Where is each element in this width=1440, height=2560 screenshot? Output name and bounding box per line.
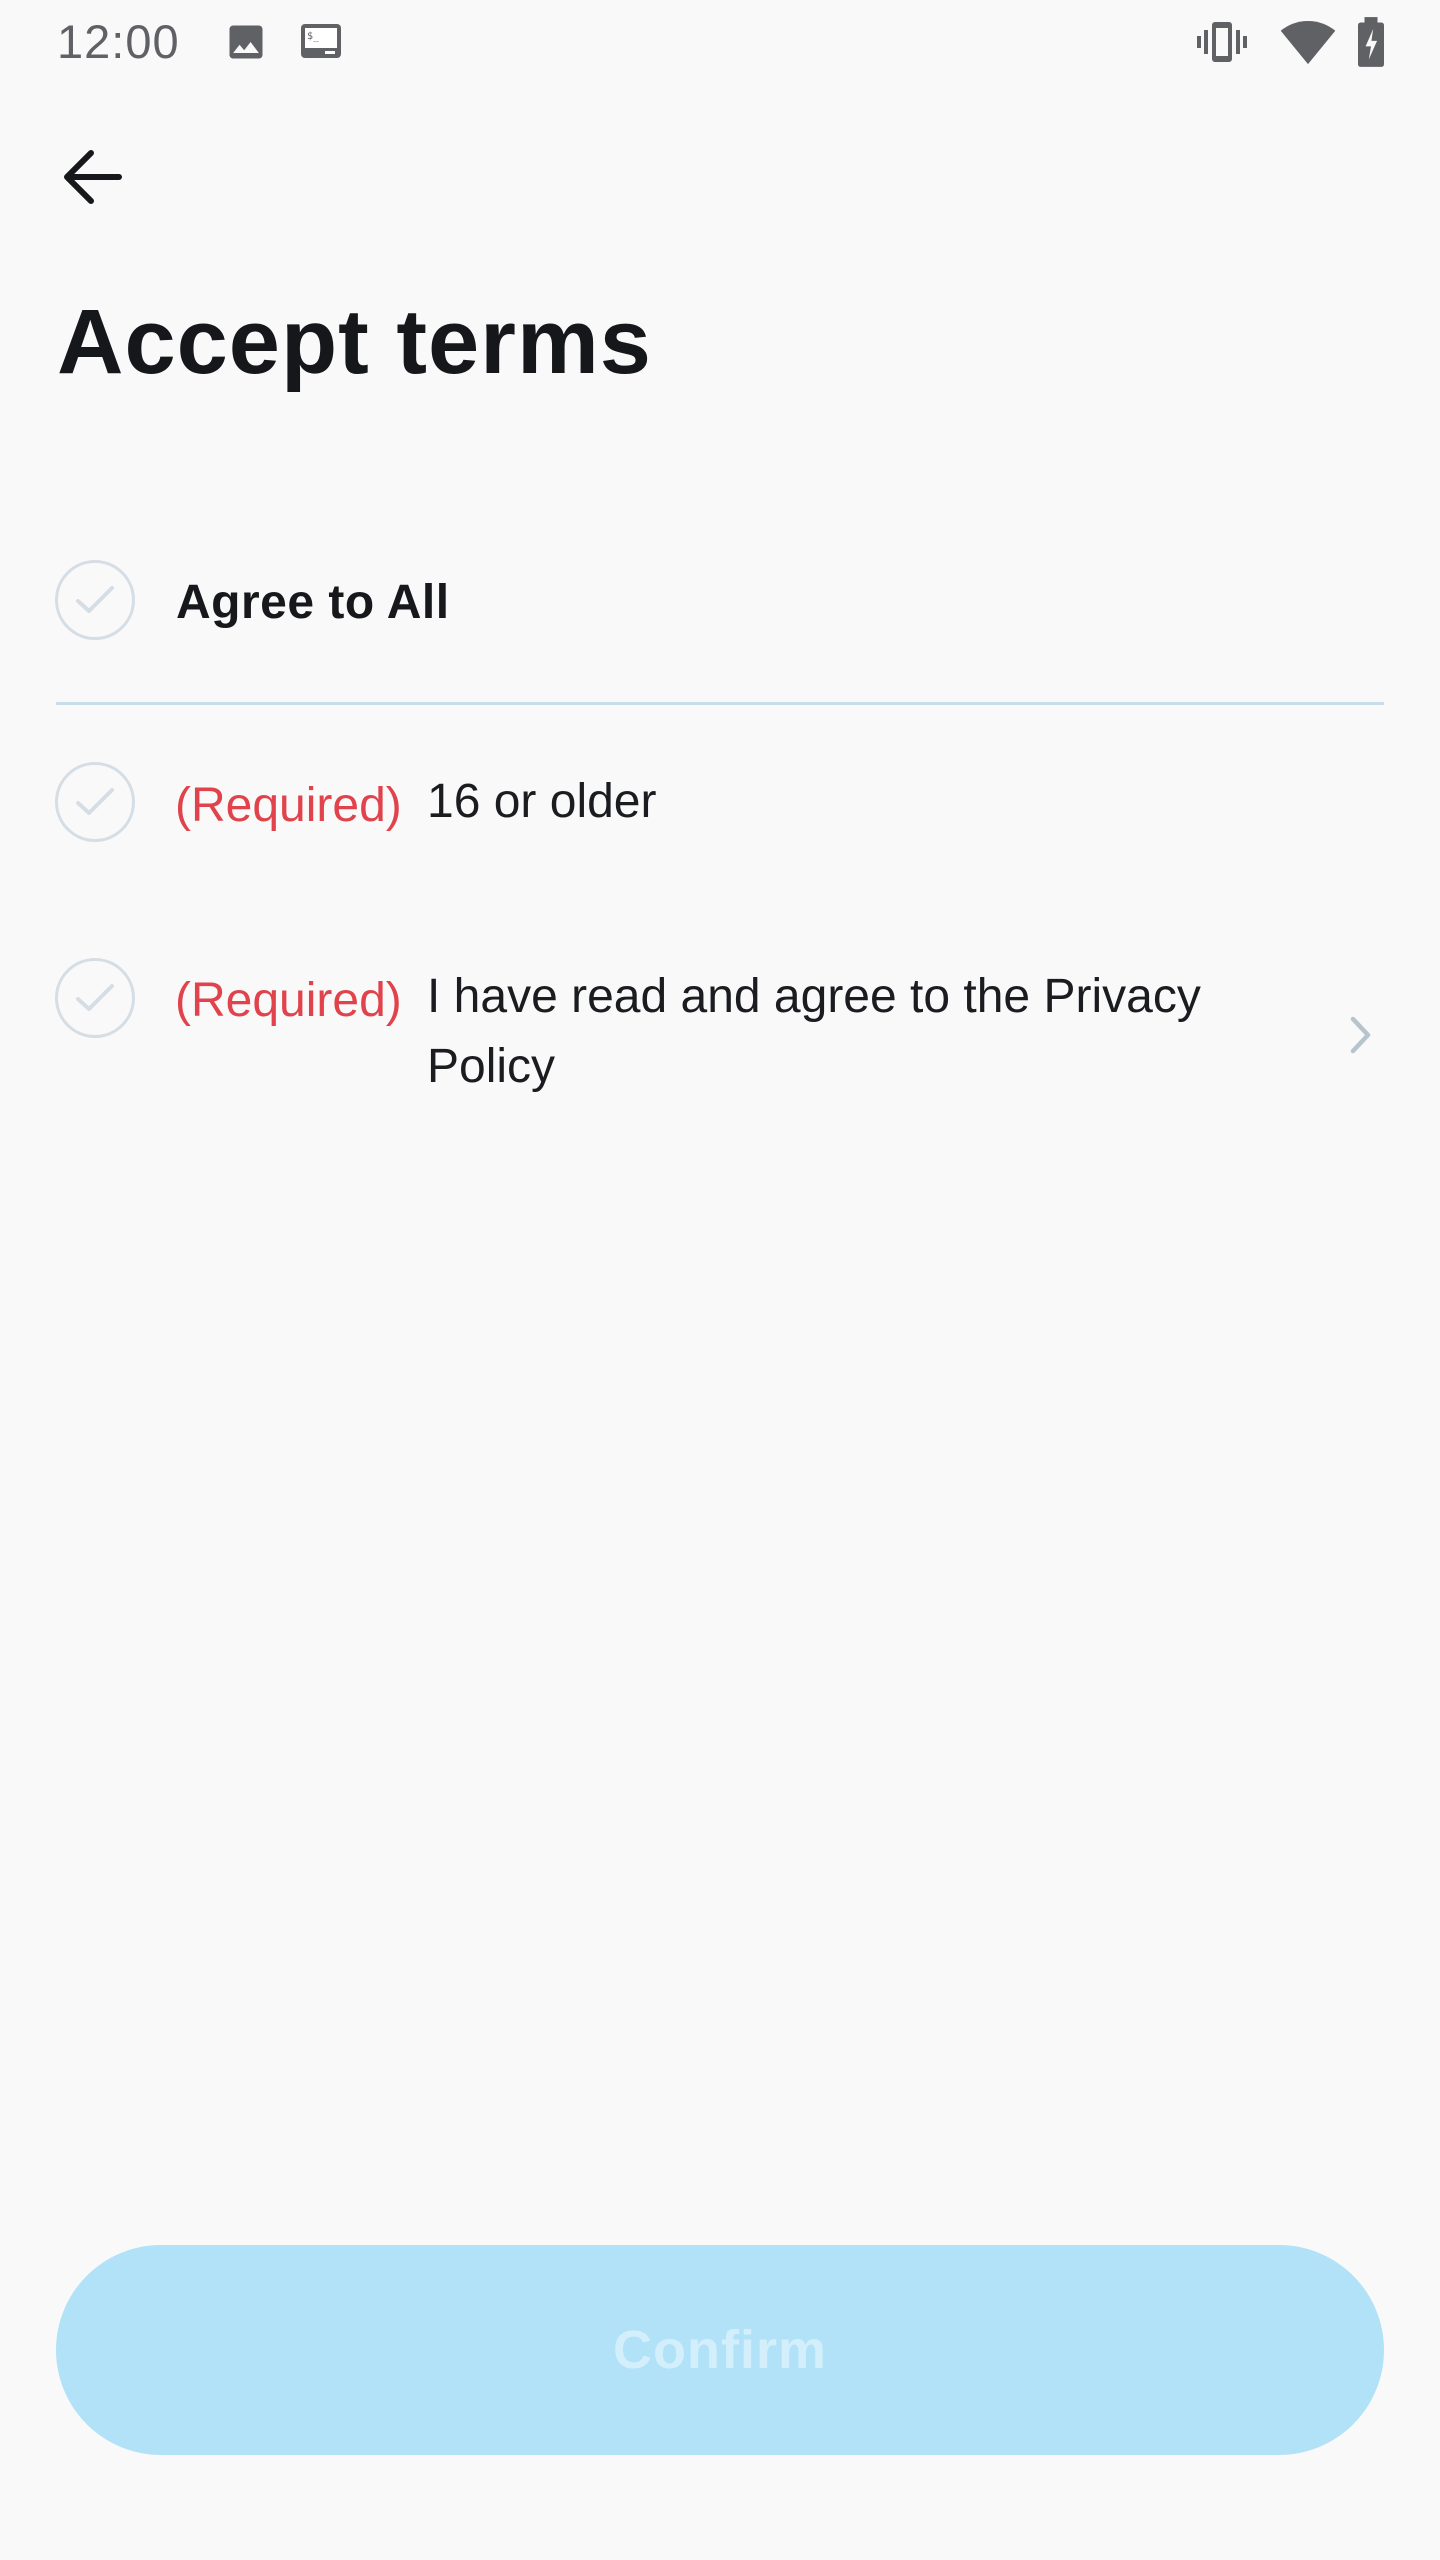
arrow-left-icon (64, 150, 122, 204)
wifi-icon (1280, 21, 1336, 65)
term-age-checkbox[interactable] (55, 762, 135, 842)
required-label: (Required) (175, 974, 402, 1027)
back-button[interactable] (50, 135, 134, 219)
check-icon (76, 788, 114, 815)
agree-all-label: Agree to All (176, 576, 450, 629)
agree-all-checkbox[interactable] (55, 560, 135, 640)
term-privacy-checkbox[interactable] (55, 958, 135, 1038)
svg-text:$_: $_ (307, 31, 320, 42)
chevron-right-icon[interactable] (1347, 1014, 1375, 1056)
term-text: I have read and agree to the Privacy Pol… (427, 970, 1201, 1093)
check-icon (76, 984, 114, 1011)
term-row-privacy[interactable]: (Required) I have read and agree to the … (55, 955, 1385, 1115)
term-text: 16 or older (427, 775, 657, 828)
battery-charging-icon (1358, 17, 1384, 67)
agree-all-row[interactable]: Agree to All (55, 555, 1385, 650)
status-time: 12:00 (57, 15, 180, 68)
status-bar: 12:00 $_ (0, 0, 1440, 84)
page-title: Accept terms (57, 291, 652, 393)
required-label: (Required) (175, 779, 402, 832)
divider (56, 702, 1384, 705)
image-icon (229, 25, 263, 59)
terminal-icon: $_ (301, 24, 341, 58)
term-row-age[interactable]: (Required) 16 or older (55, 760, 1385, 855)
check-icon (76, 586, 114, 613)
vibrate-icon (1197, 22, 1247, 62)
confirm-button[interactable]: Confirm (56, 2245, 1384, 2455)
